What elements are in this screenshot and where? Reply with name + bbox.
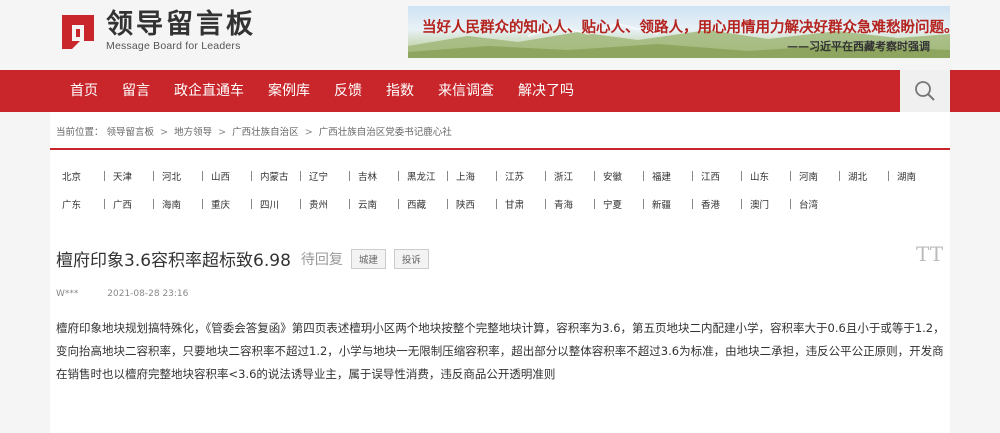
region-link[interactable]: 青海: [546, 197, 595, 211]
font-size-toggle-icon[interactable]: TT: [916, 242, 943, 266]
region-link[interactable]: 天津: [105, 169, 154, 183]
region-link[interactable]: 云南: [350, 197, 399, 211]
region-link[interactable]: 江苏: [497, 169, 546, 183]
region-link[interactable]: 山西: [203, 169, 252, 183]
region-link[interactable]: 广东: [56, 197, 105, 211]
message-body: 檀府印象地块规划搞特殊化，《管委会答复函》第四页表述檀玥小区两个地块按整个完整地…: [56, 321, 945, 381]
nav-item-cases[interactable]: 案例库: [256, 70, 322, 112]
region-link[interactable]: 澳门: [742, 197, 791, 211]
content-panel: 当前位置： 领导留言板 > 地方领导 > 广西壮族自治区 > 广西壮族自治区党委…: [50, 112, 950, 433]
region-link[interactable]: 重庆: [203, 197, 252, 211]
region-link[interactable]: 江西: [693, 169, 742, 183]
message-time: 2021-08-28 23:16: [107, 289, 189, 299]
nav-item-feedback[interactable]: 反馈: [322, 70, 374, 112]
region-link[interactable]: 河北: [154, 169, 203, 183]
nav-item-message[interactable]: 留言: [110, 70, 162, 112]
nav-item-resolved[interactable]: 解决了吗: [506, 70, 586, 112]
status-badge: 待回复: [300, 251, 343, 268]
breadcrumb-separator: >: [218, 127, 227, 138]
message-title-row: 檀府印象3.6容积率超标致6.98 待回复 城建 投诉: [56, 246, 429, 271]
search-button[interactable]: [900, 70, 950, 112]
region-link[interactable]: 福建: [644, 169, 693, 183]
logo-title: 领导留言板: [106, 9, 256, 40]
breadcrumb-item[interactable]: 地方领导: [174, 127, 212, 138]
main-nav: 首页 留言 政企直通车 案例库 反馈 指数 来信调查 解决了吗: [0, 70, 1000, 112]
breadcrumb: 当前位置： 领导留言板 > 地方领导 > 广西壮族自治区 > 广西壮族自治区党委…: [56, 124, 452, 138]
region-row-2: 广东 广西 海南 重庆 四川 贵州 云南 西藏 陕西 甘肃 青海 宁夏 新疆 香…: [56, 190, 946, 218]
site-header: 领导留言板 Message Board for Leaders 当好人民群众的知…: [0, 0, 1000, 70]
region-link[interactable]: 甘肃: [497, 197, 546, 211]
region-link[interactable]: 陕西: [448, 197, 497, 211]
message-author: W***: [56, 289, 79, 299]
region-link[interactable]: 山东: [742, 169, 791, 183]
category-tag[interactable]: 城建: [350, 248, 386, 269]
complain-tag[interactable]: 投诉: [393, 248, 429, 269]
region-link[interactable]: 黑龙江: [399, 169, 448, 183]
region-link[interactable]: 湖北: [840, 169, 889, 183]
region-link[interactable]: 安徽: [595, 169, 644, 183]
breadcrumb-item[interactable]: 领导留言板: [107, 127, 155, 138]
message-title: 檀府印象3.6容积率超标致6.98: [56, 251, 291, 271]
search-icon: [915, 81, 935, 101]
region-link[interactable]: 北京: [56, 169, 105, 183]
region-list: 北京 天津 河北 山西 内蒙古 辽宁 吉林 黑龙江 上海 江苏 浙江 安徽 福建…: [56, 162, 946, 218]
region-link[interactable]: 上海: [448, 169, 497, 183]
region-link[interactable]: 西藏: [399, 197, 448, 211]
nav-item-home[interactable]: 首页: [58, 70, 110, 112]
region-link[interactable]: 海南: [154, 197, 203, 211]
region-link[interactable]: 贵州: [301, 197, 350, 211]
region-link[interactable]: 香港: [693, 197, 742, 211]
region-link[interactable]: 宁夏: [595, 197, 644, 211]
message-meta: W*** 2021-08-28 23:16: [56, 289, 188, 299]
breadcrumb-separator: >: [160, 127, 169, 138]
logo-subtitle: Message Board for Leaders: [106, 40, 241, 52]
region-link[interactable]: 湖南: [889, 169, 938, 183]
breadcrumb-separator: >: [304, 127, 313, 138]
header-banner: 当好人民群众的知心人、贴心人、领路人，用心用情用力解决好群众急难愁盼问题。 ——…: [408, 6, 950, 58]
region-link[interactable]: 内蒙古: [252, 169, 301, 183]
nav-item-enterprise[interactable]: 政企直通车: [162, 70, 256, 112]
nav-item-index[interactable]: 指数: [374, 70, 426, 112]
breadcrumb-prefix: 当前位置：: [56, 127, 104, 138]
region-link[interactable]: 四川: [252, 197, 301, 211]
banner-quote: 当好人民群众的知心人、贴心人、领路人，用心用情用力解决好群众急难愁盼问题。: [422, 19, 950, 36]
site-logo[interactable]: 领导留言板 Message Board for Leaders: [58, 10, 256, 52]
logo-icon: [58, 11, 98, 51]
region-link[interactable]: 辽宁: [301, 169, 350, 183]
breadcrumb-item[interactable]: 广西壮族自治区党委书记鹿心社: [319, 127, 452, 138]
red-divider: [50, 148, 950, 150]
region-link[interactable]: 新疆: [644, 197, 693, 211]
breadcrumb-item[interactable]: 广西壮族自治区: [232, 127, 299, 138]
nav-item-survey[interactable]: 来信调查: [426, 70, 506, 112]
region-link[interactable]: 河南: [791, 169, 840, 183]
region-row-1: 北京 天津 河北 山西 内蒙古 辽宁 吉林 黑龙江 上海 江苏 浙江 安徽 福建…: [56, 162, 946, 190]
region-link[interactable]: 台湾: [791, 197, 840, 211]
region-link[interactable]: 吉林: [350, 169, 399, 183]
banner-author: ——习近平在西藏考察时强调: [787, 40, 930, 53]
region-link[interactable]: 浙江: [546, 169, 595, 183]
region-link[interactable]: 广西: [105, 197, 154, 211]
